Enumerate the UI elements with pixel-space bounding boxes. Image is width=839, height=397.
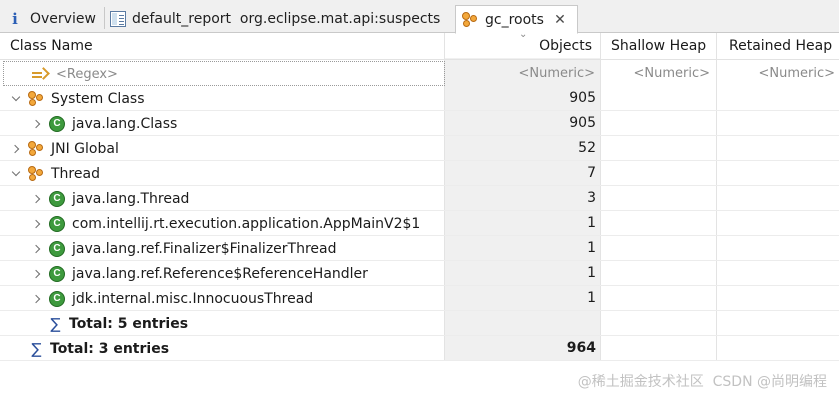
regex-filter-input[interactable]: <Regex> <box>56 67 118 82</box>
row-class-name: java.lang.Thread <box>72 190 190 207</box>
row-objects: 964 <box>566 340 596 356</box>
row-class-name: jdk.internal.misc.InnocuousThread <box>72 290 314 307</box>
row-class-name: System Class <box>51 90 145 107</box>
tab-default-report-label: default_report org.eclipse.mat.api:suspe… <box>132 11 441 27</box>
column-header-class-name[interactable]: Class Name <box>10 33 93 60</box>
table-row[interactable]: C java.lang.ref.Reference$ReferenceHandl… <box>0 261 839 286</box>
row-objects: 1 <box>587 265 596 281</box>
filter-icon <box>31 66 49 84</box>
table-row[interactable]: Thread 7 <box>0 161 839 186</box>
row-objects: 1 <box>587 215 596 231</box>
table-row-total[interactable]: ∑ Total: 3 entries 964 <box>0 336 839 361</box>
table-row-total[interactable]: ∑ Total: 5 entries <box>0 311 839 336</box>
table-row[interactable]: System Class 905 <box>0 86 839 111</box>
group-icon <box>28 165 45 182</box>
shallow-heap-filter-input[interactable]: <Numeric> <box>633 61 710 86</box>
tab-gc-roots[interactable]: gc_roots ✕ <box>455 5 578 34</box>
tab-gc-roots-label: gc_roots <box>485 11 544 28</box>
watermark: @稀土掘金技术社区 CSDN @尚明编程 <box>577 374 827 390</box>
row-class-name: java.lang.ref.Finalizer$FinalizerThread <box>72 240 337 257</box>
chevron-right-icon[interactable] <box>31 118 43 130</box>
row-objects: 1 <box>587 290 596 306</box>
sigma-icon: ∑ <box>31 339 42 358</box>
tab-overview-label: Overview <box>30 11 96 27</box>
regex-filter-cell[interactable]: <Regex> <box>3 61 445 86</box>
table-row[interactable]: C jdk.internal.misc.InnocuousThread 1 <box>0 286 839 311</box>
table-row[interactable]: C java.lang.Class 905 <box>0 111 839 136</box>
chevron-right-icon[interactable] <box>31 243 43 255</box>
chevron-right-icon[interactable] <box>31 193 43 205</box>
table-row[interactable]: C com.intellij.rt.execution.application.… <box>0 211 839 236</box>
class-icon: C <box>49 265 65 282</box>
row-objects: 905 <box>569 90 596 106</box>
chevron-right-icon[interactable] <box>31 268 43 280</box>
tab-divider <box>104 7 105 29</box>
class-icon: C <box>49 290 65 307</box>
retained-heap-filter-input[interactable]: <Numeric> <box>758 61 835 86</box>
row-objects: 52 <box>578 140 596 156</box>
close-icon[interactable]: ✕ <box>553 12 567 28</box>
table-header: Class Name ⌄ Objects Shallow Heap Retain… <box>0 29 839 60</box>
sort-descending-icon: ⌄ <box>519 29 528 40</box>
tab-default-report[interactable]: default_report org.eclipse.mat.api:suspe… <box>110 5 440 33</box>
chevron-down-icon[interactable] <box>10 93 22 105</box>
column-header-shallow-heap[interactable]: Shallow Heap <box>611 33 706 60</box>
class-icon: C <box>49 115 65 132</box>
table-row[interactable]: C java.lang.ref.Finalizer$FinalizerThrea… <box>0 236 839 261</box>
tab-overview[interactable]: i Overview <box>7 5 96 33</box>
class-icon: C <box>49 240 65 257</box>
row-total-label: Total: 3 entries <box>50 340 170 357</box>
chevron-down-icon[interactable] <box>10 168 22 180</box>
row-objects: 7 <box>587 165 596 181</box>
objects-filter-input[interactable]: <Numeric> <box>518 61 595 86</box>
chevron-right-icon[interactable] <box>31 218 43 230</box>
gc-roots-icon <box>462 11 479 28</box>
info-icon: i <box>12 10 18 28</box>
row-class-name: java.lang.Class <box>72 115 178 132</box>
row-class-name: JNI Global <box>51 140 119 157</box>
row-objects: 905 <box>569 115 596 131</box>
column-header-objects[interactable]: Objects <box>539 33 592 60</box>
class-icon: C <box>49 215 65 232</box>
table-row[interactable]: C java.lang.Thread 3 <box>0 186 839 211</box>
sigma-icon: ∑ <box>50 314 61 333</box>
class-icon: C <box>49 190 65 207</box>
column-header-retained-heap[interactable]: Retained Heap <box>729 33 832 60</box>
row-class-name: java.lang.ref.Reference$ReferenceHandler <box>72 265 368 282</box>
editor-tab-bar: i Overview default_report org.eclipse.ma… <box>0 0 839 34</box>
row-objects: 3 <box>587 190 596 206</box>
row-total-label: Total: 5 entries <box>69 315 189 332</box>
group-icon <box>28 140 45 157</box>
chevron-right-icon[interactable] <box>10 143 22 155</box>
gc-roots-table: Class Name ⌄ Objects Shallow Heap Retain… <box>0 29 839 397</box>
row-class-name: com.intellij.rt.execution.application.Ap… <box>72 215 421 232</box>
chevron-right-icon[interactable] <box>31 293 43 305</box>
table-row[interactable]: JNI Global 52 <box>0 136 839 161</box>
row-class-name: Thread <box>51 165 100 182</box>
report-icon <box>110 11 126 27</box>
group-icon <box>28 90 45 107</box>
row-objects: 1 <box>587 240 596 256</box>
